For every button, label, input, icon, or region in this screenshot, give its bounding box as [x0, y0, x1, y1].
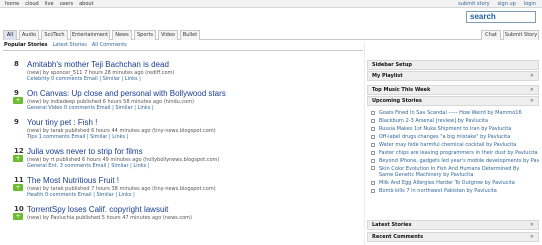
panel-recent-comments[interactable]: Recent Comments ✕ [367, 232, 539, 242]
story-title-link[interactable]: Amitabh's mother Teji Bachchan is dead [27, 60, 169, 69]
search-input[interactable]: search [466, 11, 536, 23]
checkbox-icon[interactable] [371, 135, 375, 139]
checkbox-icon[interactable] [371, 166, 375, 170]
story-meta: (new) by Pavluchia published 5 hours 47 … [27, 215, 192, 221]
vote-button[interactable]: + [13, 184, 23, 191]
collapse-icon[interactable]: ✕ [530, 87, 534, 93]
list-item[interactable]: Blackburn 2-3 Arsenal [review] by Pavluc… [367, 117, 539, 125]
panel-top-music[interactable]: Top Music This Week ✕ [367, 85, 539, 95]
sidebar: Sidebar Setup My Playlist ✕ Top Music Th… [367, 42, 539, 245]
nav-login[interactable]: login [524, 1, 536, 7]
panel-title: Upcoming Stories [372, 98, 422, 104]
checkbox-icon[interactable] [371, 151, 375, 155]
vote-count: 9 [14, 89, 19, 97]
checkbox-icon[interactable] [371, 143, 375, 147]
collapse-icon[interactable]: ✕ [530, 98, 534, 104]
panel-title: Latest Stories [372, 222, 412, 228]
checkbox-icon[interactable] [371, 159, 375, 163]
list-item[interactable]: Milk And Egg Allergies Harder To Outgrow… [367, 179, 539, 187]
story-title-link[interactable]: Your tiny pet : Fish ! [27, 118, 97, 127]
checkbox-icon[interactable] [371, 127, 375, 131]
vote-count: 12 [14, 147, 24, 155]
tab-news[interactable]: News [112, 30, 132, 40]
story-title-link[interactable]: Julia vows never to strip for films [27, 147, 143, 156]
list-item[interactable]: Faster chips are leaving programmers in … [367, 149, 539, 157]
nav-submit-story[interactable]: submit story [458, 1, 489, 7]
list-item[interactable]: Bomb kills 7 in northwest Pakistan by Pa… [367, 187, 539, 195]
checkbox-icon[interactable] [371, 189, 375, 193]
story-actions[interactable]: General Ent. 3 comments Email | Similar … [27, 163, 150, 169]
story-item: 9 + On Canvas: Up close and personal wit… [0, 89, 360, 117]
list-item[interactable]: Off-label drugs changes "a big mistake" … [367, 133, 539, 141]
vote-button[interactable]: + [13, 213, 23, 220]
story-item: 8 Amitabh's mother Teji Bachchan is dead… [0, 60, 360, 88]
panel-sidebar-setup[interactable]: Sidebar Setup [367, 60, 539, 70]
story-title-link[interactable]: On Canvas: Up close and personal with Bo… [27, 89, 226, 98]
tab-submit-story[interactable]: Submit Story [503, 30, 539, 40]
vote-count: 8 [14, 60, 19, 68]
list-item[interactable]: Skin Color Evolution In Fish And Humans … [367, 165, 539, 179]
vote-count: 9 [14, 118, 19, 126]
collapse-icon[interactable]: ✕ [530, 234, 534, 240]
story-actions[interactable]: Health 0 comments Email | Similar | Link… [27, 192, 135, 198]
collapse-icon[interactable]: ✕ [530, 222, 534, 228]
panel-title: Sidebar Setup [372, 62, 412, 68]
nav-about[interactable]: about [79, 1, 93, 7]
checkbox-icon[interactable] [371, 119, 375, 123]
checkbox-icon[interactable] [371, 111, 375, 115]
list-item[interactable]: Russia Makes 1st Nuke Shipment to Iran b… [367, 125, 539, 133]
nav-cloud[interactable]: cloud [25, 1, 39, 7]
list-item[interactable]: Water may hide harmful chemical cocktail… [367, 141, 539, 149]
panel-upcoming-stories[interactable]: Upcoming Stories ✕ [367, 96, 539, 106]
tab-all[interactable]: All [3, 30, 17, 40]
upcoming-stories-list: Goats Fined In Sav Scandal ----- How Wei… [367, 109, 539, 195]
panel-my-playlist[interactable]: My Playlist ✕ [367, 71, 539, 81]
vote-button[interactable]: + [13, 97, 23, 104]
vote-count: 11 [14, 176, 24, 184]
story-subtabs: Popular Stories Latest Stories All Comme… [4, 42, 127, 48]
tab-audio[interactable]: Audio [19, 30, 39, 40]
nav-live[interactable]: live [45, 1, 54, 7]
category-tabs: All Audio Sci/Tech Entertainment News Sp… [3, 30, 539, 40]
panel-title: Top Music This Week [372, 87, 431, 93]
list-item[interactable]: Beyond iPhone, gadgets led year's mobile… [367, 157, 539, 165]
nav-users[interactable]: users [60, 1, 74, 7]
subtab-all-comments[interactable]: All Comments [92, 42, 127, 48]
story-actions[interactable]: Tips 1 comments Email | Similar | Links … [27, 134, 128, 140]
collapse-icon[interactable]: ✕ [530, 73, 534, 79]
subtab-divider [3, 50, 363, 51]
checkbox-icon[interactable] [371, 181, 375, 185]
column-divider [364, 42, 365, 245]
vote-count: 10 [14, 205, 24, 213]
nav-sign-up[interactable]: sign up [498, 1, 516, 7]
story-title-link[interactable]: TorrentSpy loses Calif. copyright lawsui… [27, 205, 168, 214]
story-actions[interactable]: Celebrity 0 comments Email | Similar | L… [27, 76, 141, 82]
tab-sci-tech[interactable]: Sci/Tech [41, 30, 68, 40]
subtab-popular-stories[interactable]: Popular Stories [4, 42, 48, 48]
story-actions[interactable]: General Video 0 comments Email | Similar… [27, 105, 154, 111]
story-item: 9 Your tiny pet : Fish ! (new) by tarak … [0, 118, 360, 146]
vote-button[interactable]: + [13, 155, 23, 162]
nav-home[interactable]: home [5, 1, 19, 7]
list-item[interactable]: Goats Fined In Sav Scandal ----- How Wei… [367, 109, 539, 117]
story-item: 10 + TorrentSpy loses Calif. copyright l… [0, 205, 360, 233]
tab-chat[interactable]: Chat [481, 30, 501, 40]
top-navigation-bar: home cloud live users about submit story… [0, 0, 542, 8]
story-item: 12 + Julia vows never to strip for films… [0, 147, 360, 175]
panel-latest-stories[interactable]: Latest Stories ✕ [367, 220, 539, 230]
tab-video[interactable]: Video [158, 30, 178, 40]
panel-title: Recent Comments [372, 234, 424, 240]
tab-sports[interactable]: Sports [134, 30, 156, 40]
subtab-latest-stories[interactable]: Latest Stories [53, 42, 87, 48]
tab-entertainment[interactable]: Entertainment [70, 30, 110, 40]
story-title-link[interactable]: The Most Nutritious Fruit ! [27, 176, 119, 185]
story-item: 11 + The Most Nutritious Fruit ! (new) b… [0, 176, 360, 204]
tab-bullet[interactable]: Bullet [180, 30, 200, 40]
panel-title: My Playlist [372, 73, 403, 79]
